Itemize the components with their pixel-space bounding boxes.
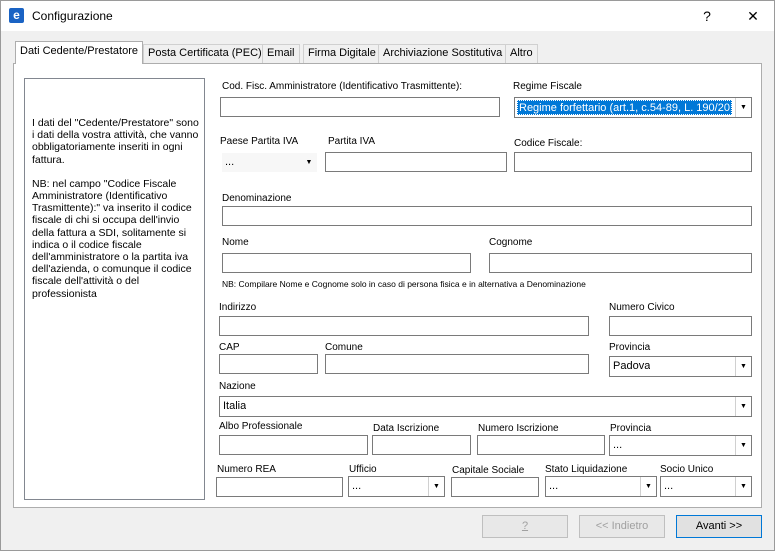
chevron-down-icon: ▼ <box>735 436 751 455</box>
comune-label: Comune <box>325 342 363 353</box>
nome-field[interactable] <box>222 253 471 273</box>
ufficio-label: Ufficio <box>349 464 377 475</box>
denominazione-label: Denominazione <box>222 193 292 204</box>
cap-label: CAP <box>219 342 240 353</box>
nome-label: Nome <box>222 237 249 248</box>
next-button[interactable]: Avanti >> <box>676 515 762 538</box>
provincia-albo-label: Provincia <box>610 423 652 434</box>
denominazione-field[interactable] <box>222 206 752 226</box>
partita-iva-label: Partita IVA <box>328 136 376 147</box>
socio-unico-select[interactable]: ... ▼ <box>660 476 752 497</box>
nb-nome-cognome-note: NB: Compilare Nome e Cognome solo in cas… <box>222 279 586 289</box>
chevron-down-icon: ▼ <box>640 477 656 496</box>
cognome-field[interactable] <box>489 253 752 273</box>
cf-amministratore-field[interactable] <box>220 97 500 117</box>
tab-archiviazione-sostitutiva[interactable]: Archiviazione Sostitutiva <box>378 44 508 63</box>
numero-civico-label: Numero Civico <box>609 302 675 313</box>
socio-unico-label: Socio Unico <box>660 464 714 475</box>
paese-partita-iva-label: Paese Partita IVA <box>220 136 299 147</box>
tab-email[interactable]: Email <box>262 44 300 63</box>
data-iscrizione-field[interactable] <box>372 435 471 455</box>
provincia-label: Provincia <box>609 342 651 353</box>
chevron-down-icon: ▼ <box>735 98 751 117</box>
codice-fiscale-field[interactable] <box>514 152 752 172</box>
chevron-down-icon: ▼ <box>305 159 313 166</box>
provincia-select[interactable]: Padova ▼ <box>609 356 752 377</box>
comune-field[interactable] <box>325 354 589 374</box>
partita-iva-field[interactable] <box>325 152 507 172</box>
chevron-down-icon: ▼ <box>735 357 751 376</box>
numero-iscrizione-field[interactable] <box>477 435 605 455</box>
app-icon: e <box>9 8 24 23</box>
help-title-button[interactable]: ? <box>684 1 730 32</box>
numero-rea-label: Numero REA <box>217 464 276 475</box>
tab-posta-certificata[interactable]: Posta Certificata (PEC) <box>143 44 267 63</box>
title-bar: e Configurazione ? ✕ <box>0 0 775 31</box>
stato-liquidazione-select[interactable]: ... ▼ <box>545 476 657 497</box>
cognome-label: Cognome <box>489 237 533 248</box>
paese-partita-iva-select[interactable]: ... ▼ <box>221 152 318 173</box>
tab-altro[interactable]: Altro <box>505 44 538 63</box>
info-note: NB: nel campo "Codice Fiscale Amministra… <box>32 177 192 300</box>
numero-civico-field[interactable] <box>609 316 752 336</box>
chevron-down-icon: ▼ <box>735 397 751 416</box>
codice-fiscale-label: Codice Fiscale: <box>514 138 583 149</box>
stato-liquidazione-label: Stato Liquidazione <box>545 464 628 475</box>
tab-panel: I dati del "Cedente/Prestatore" sono i d… <box>13 63 762 508</box>
window-title: Configurazione <box>32 9 113 23</box>
tab-dati-cedente[interactable]: Dati Cedente/Prestatore <box>15 41 144 64</box>
data-iscrizione-label: Data Iscrizione <box>373 423 440 434</box>
chevron-down-icon: ▼ <box>735 477 751 496</box>
help-button[interactable]: ? <box>482 515 568 538</box>
regime-fiscale-selection: Regime forfettario (art.1, c.54-89, L. 1… <box>517 100 746 115</box>
nazione-select[interactable]: Italia ▼ <box>219 396 752 417</box>
info-box: I dati del "Cedente/Prestatore" sono i d… <box>24 78 205 500</box>
indirizzo-label: Indirizzo <box>219 302 257 313</box>
back-button[interactable]: << Indietro <box>579 515 665 538</box>
info-paragraph: I dati del "Cedente/Prestatore" sono i d… <box>32 117 199 166</box>
chevron-down-icon: ▼ <box>428 477 444 496</box>
regime-fiscale-select[interactable]: Regime forfettario (art.1, c.54-89, L. 1… <box>514 97 752 118</box>
indirizzo-field[interactable] <box>219 316 589 336</box>
albo-professionale-field[interactable] <box>219 435 368 455</box>
regime-fiscale-label: Regime Fiscale <box>513 81 582 92</box>
capitale-sociale-label: Capitale Sociale <box>452 465 525 476</box>
ufficio-select[interactable]: ... ▼ <box>348 476 445 497</box>
cap-field[interactable] <box>219 354 318 374</box>
close-window-button[interactable]: ✕ <box>730 1 775 32</box>
numero-rea-field[interactable] <box>216 477 343 497</box>
numero-iscrizione-label: Numero Iscrizione <box>478 423 559 434</box>
provincia-albo-select[interactable]: ... ▼ <box>609 435 752 456</box>
albo-professionale-label: Albo Professionale <box>219 421 303 432</box>
capitale-sociale-field[interactable] <box>451 477 539 497</box>
tab-firma-digitale[interactable]: Firma Digitale <box>303 44 381 63</box>
nazione-label: Nazione <box>219 381 256 392</box>
cf-amministratore-label: Cod. Fisc. Amministratore (Identificativ… <box>222 81 463 92</box>
